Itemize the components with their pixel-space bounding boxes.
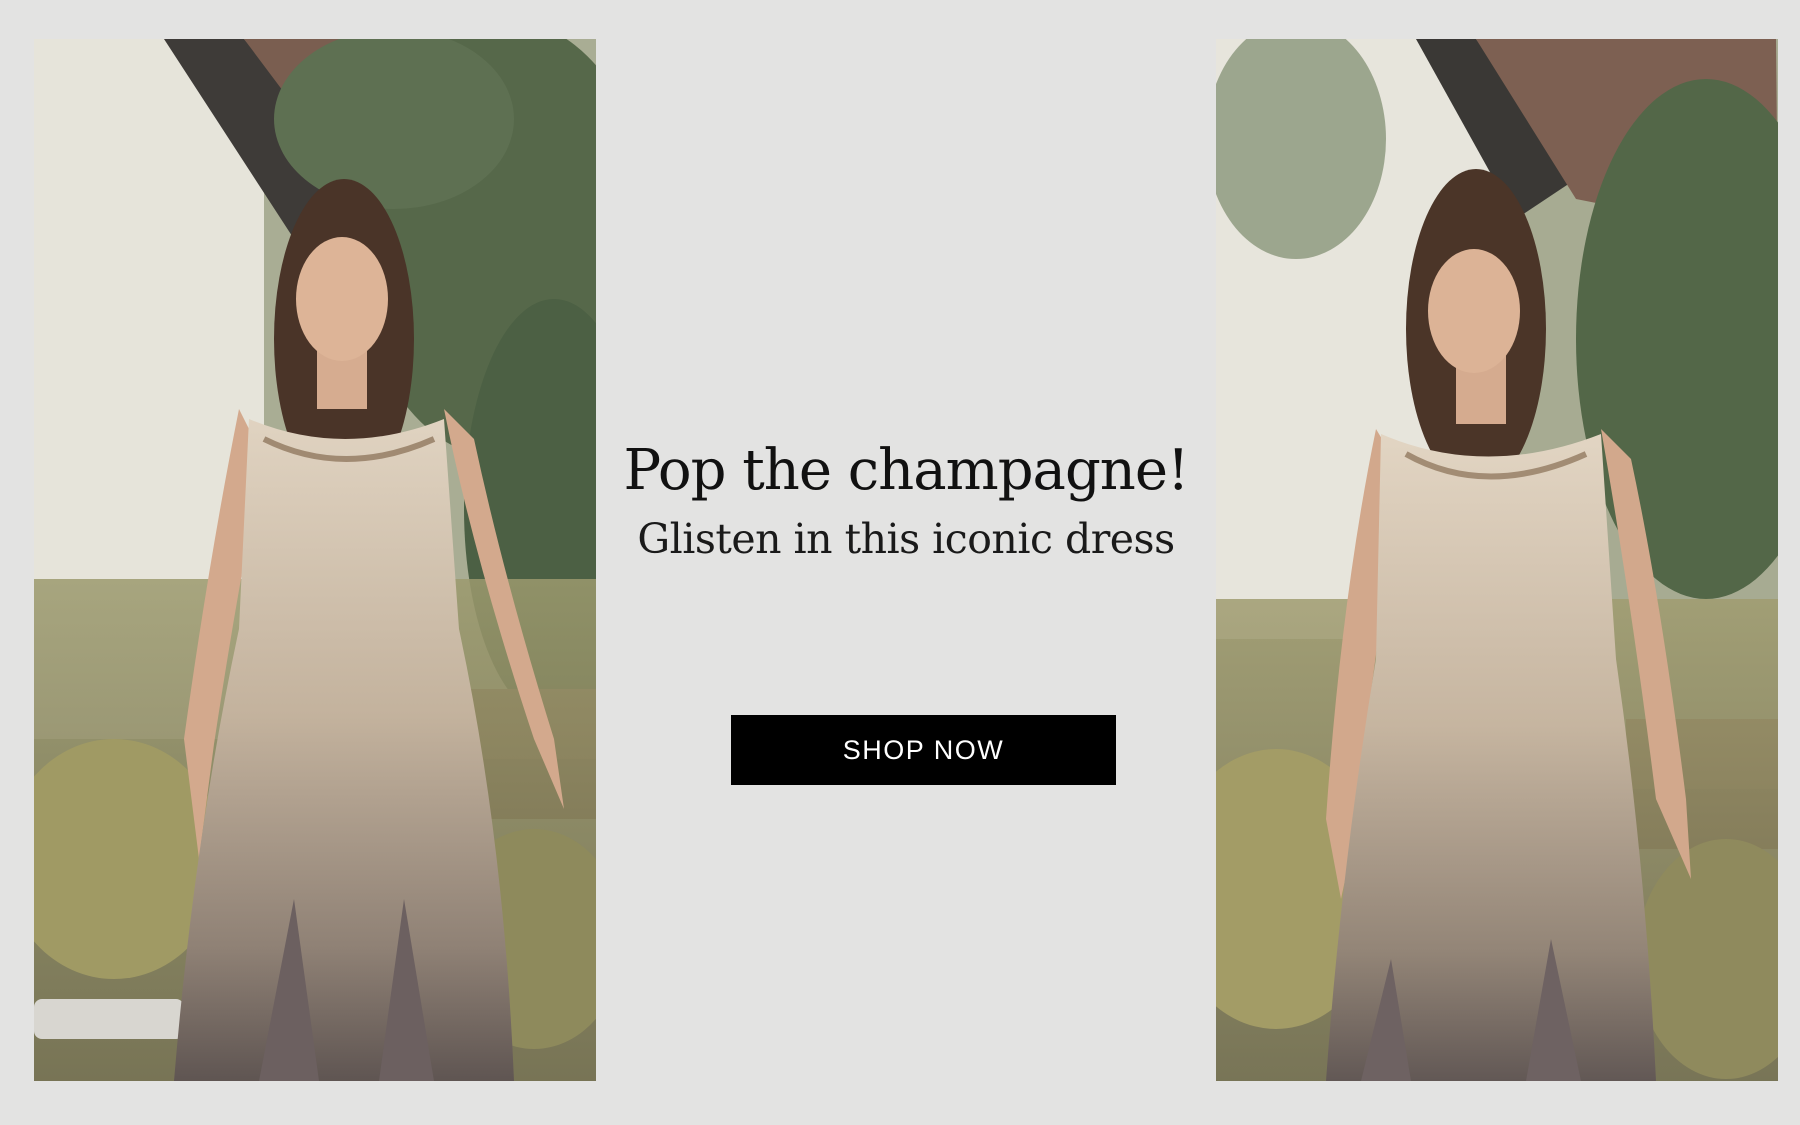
product-photo-right [1216,39,1778,1081]
hero-headline: Pop the champagne! [623,438,1190,503]
model-photo-front [34,39,596,1081]
hero-subheadline: Glisten in this iconic dress [637,515,1175,563]
shop-now-button[interactable]: SHOP NOW [731,715,1116,785]
product-photo-left [34,39,596,1081]
model-photo-three-quarter [1216,39,1778,1081]
hero-content: Pop the champagne! Glisten in this iconi… [596,0,1216,1125]
